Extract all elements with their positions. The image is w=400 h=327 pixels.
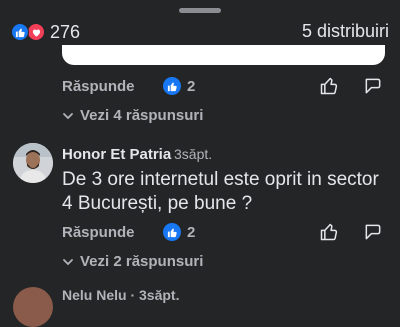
reply-button[interactable]: Răspunde: [62, 224, 135, 241]
like-count-value: 2: [187, 77, 196, 95]
avatar[interactable]: [13, 287, 53, 327]
previous-comment-card: [62, 45, 385, 65]
like-icon: [163, 77, 181, 95]
like-count-value: 2: [187, 223, 196, 241]
drag-handle[interactable]: [179, 8, 221, 13]
shares-count[interactable]: 5 distribuiri: [302, 21, 389, 42]
next-comment-header: Nelu Nelu · 3săpt.: [62, 287, 180, 303]
comment-text: De 3 ore internetul este oprit in sector…: [62, 169, 379, 214]
avatar[interactable]: [13, 143, 53, 183]
comment-like-count[interactable]: 2: [163, 223, 195, 241]
like-icon: [163, 223, 181, 241]
view-replies-link[interactable]: Vezi 4 răspunsuri: [62, 107, 203, 124]
view-replies-label: Vezi 2 răspunsuri: [80, 253, 204, 270]
comment-time[interactable]: 3săpt.: [174, 146, 212, 162]
reactions-summary[interactable]: 276: [11, 21, 80, 43]
profile-photo: [13, 143, 53, 183]
reply-arrow-icon[interactable]: [363, 222, 383, 242]
comment-actions: Răspunde 2: [62, 222, 392, 242]
chevron-down-icon: [63, 258, 73, 265]
comment-author[interactable]: Honor Et Patria: [62, 146, 171, 163]
reply-arrow-icon[interactable]: [363, 76, 383, 96]
view-replies-label: Vezi 4 răspunsuri: [80, 107, 204, 124]
view-replies-link[interactable]: Vezi 2 răspunsuri: [62, 253, 203, 270]
reaction-count: 276: [50, 21, 81, 42]
comment-actions: Răspunde 2: [62, 76, 392, 96]
thumbs-up-icon[interactable]: [319, 76, 339, 96]
comment-like-count[interactable]: 2: [163, 77, 195, 95]
thumbs-up-icon[interactable]: [319, 222, 339, 242]
love-icon: [27, 23, 45, 41]
chevron-down-icon: [63, 112, 73, 119]
reply-button[interactable]: Răspunde: [62, 78, 135, 95]
like-icon: [11, 23, 29, 41]
